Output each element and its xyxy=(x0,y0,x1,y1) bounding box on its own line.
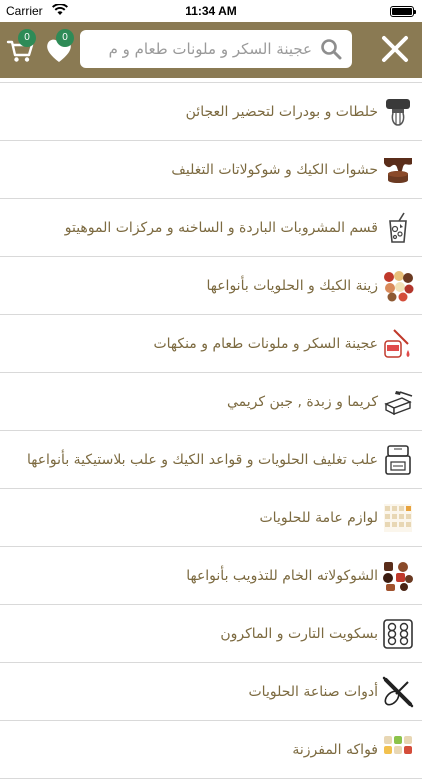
category-item[interactable]: عجينة السكر و ملونات طعام و منكهات xyxy=(0,315,422,373)
category-item[interactable]: الشوكولاته الخام للتذويب بأنواعها xyxy=(0,547,422,605)
category-item[interactable]: زينة الكيك و الحلويات بأنواعها xyxy=(0,257,422,315)
close-icon xyxy=(382,36,408,62)
chocolate-drip-icon xyxy=(384,158,412,183)
battery-icon xyxy=(390,6,416,17)
favorites-count-badge: 0 xyxy=(56,29,74,47)
category-label: زينة الكيك و الحلويات بأنواعها xyxy=(206,278,378,294)
category-label: حشوات الكيك و شوكولاتات التغليف xyxy=(171,162,378,178)
paper-cups-icon xyxy=(384,504,412,532)
close-button[interactable] xyxy=(378,32,412,66)
category-item[interactable]: أدوات صناعة الحلويات xyxy=(0,663,422,721)
whisk-rolling-pin-icon xyxy=(382,676,414,708)
category-item[interactable]: كريما و زبدة , جبن كريمي xyxy=(0,373,422,431)
category-item[interactable]: حشوات الكيك و شوكولاتات التغليف xyxy=(0,141,422,199)
category-label: كريما و زبدة , جبن كريمي xyxy=(226,394,378,410)
category-label: لوازم عامة للحلويات xyxy=(259,510,379,526)
category-label: أدوات صناعة الحلويات xyxy=(248,684,379,700)
search-icon[interactable] xyxy=(320,38,342,60)
chocolate-pieces-icon xyxy=(383,562,413,591)
category-item[interactable]: فواكه المفرزنة xyxy=(0,721,422,779)
package-box-icon xyxy=(385,445,411,475)
sweets-decoration-icon xyxy=(384,271,414,302)
cart-count-badge: 0 xyxy=(18,29,36,47)
category-label: الشوكولاته الخام للتذويب بأنواعها xyxy=(186,568,378,584)
clock: 11:34 AM xyxy=(185,4,237,18)
category-label: فواكه المفرزنة xyxy=(292,742,378,758)
mixer-icon xyxy=(386,99,410,126)
drink-cup-icon xyxy=(389,212,407,243)
status-bar: Carrier 11:34 AM xyxy=(0,0,422,22)
category-item[interactable]: خلطات و بودرات لتحضير العجائن xyxy=(0,83,422,141)
food-coloring-icon xyxy=(384,329,410,358)
category-label: خلطات و بودرات لتحضير العجائن xyxy=(185,104,378,120)
search-box xyxy=(80,30,352,68)
search-input[interactable] xyxy=(90,30,312,68)
butter-icon xyxy=(384,391,413,416)
frozen-fruit-icon xyxy=(384,736,412,754)
category-item[interactable]: بسكويت التارت و الماكرون xyxy=(0,605,422,663)
macaron-tray-icon xyxy=(383,619,413,649)
category-label: بسكويت التارت و الماكرون xyxy=(220,626,378,642)
category-label: عجينة السكر و ملونات طعام و منكهات xyxy=(153,336,378,352)
category-label: قسم المشروبات الباردة و الساخنه و مركزات… xyxy=(64,220,378,236)
category-item[interactable]: قسم المشروبات الباردة و الساخنه و مركزات… xyxy=(0,199,422,257)
category-item[interactable]: لوازم عامة للحلويات xyxy=(0,489,422,547)
category-list: خلطات و بودرات لتحضير العجائن حشوات الكي… xyxy=(0,82,422,779)
top-bar: 0 0 xyxy=(0,22,422,78)
category-label: علب تغليف الحلويات و قواعد الكيك و علب ب… xyxy=(26,452,378,468)
category-item[interactable]: علب تغليف الحلويات و قواعد الكيك و علب ب… xyxy=(0,431,422,489)
